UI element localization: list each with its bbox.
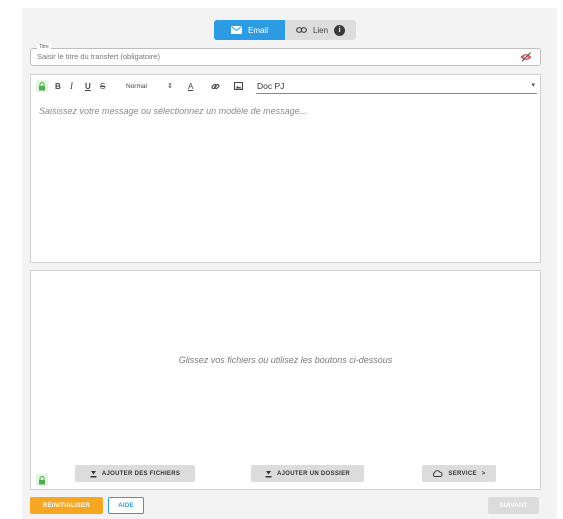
link-button[interactable] bbox=[211, 80, 220, 92]
upload-icon bbox=[265, 470, 272, 477]
editor-toolbar: B I U S Normal ⇕ A Doc PJ ▾ bbox=[31, 75, 540, 97]
chevron-right-icon: > bbox=[481, 470, 486, 477]
mail-icon bbox=[230, 26, 242, 34]
lock-icon bbox=[39, 475, 45, 484]
add-files-label: AJOUTER DES FICHIERS bbox=[101, 470, 181, 477]
dropzone-text: Glissez vos fichiers ou utilisez les bou… bbox=[178, 355, 393, 365]
lock-icon bbox=[39, 81, 45, 90]
help-button[interactable]: AIDE bbox=[108, 497, 144, 514]
add-folder-button[interactable]: AJOUTER UN DOSSIER bbox=[251, 465, 364, 482]
title-input[interactable]: Saisir le titre du transfert (obligatoir… bbox=[37, 52, 160, 61]
chevron-down-icon: ▾ bbox=[531, 82, 535, 89]
file-dropzone[interactable]: Glissez vos fichiers ou utilisez les bou… bbox=[30, 270, 541, 490]
tab-email-label: Email bbox=[247, 25, 268, 35]
size-select[interactable]: Normal bbox=[126, 80, 147, 92]
service-button[interactable]: SERVICE > bbox=[422, 465, 496, 482]
underline-button[interactable]: U bbox=[85, 80, 91, 92]
lock-button[interactable] bbox=[36, 80, 48, 92]
image-button[interactable] bbox=[234, 80, 243, 92]
editor-placeholder: Saisissez votre message ou sélectionnez … bbox=[39, 106, 308, 116]
strike-button[interactable]: S bbox=[100, 80, 105, 92]
link-icon bbox=[211, 83, 220, 89]
cloud-icon bbox=[433, 470, 443, 477]
upload-icon bbox=[90, 470, 97, 477]
info-badge: i bbox=[334, 24, 346, 36]
lock-button[interactable] bbox=[36, 474, 48, 486]
title-legend: Titre bbox=[37, 44, 51, 50]
message-editor[interactable]: B I U S Normal ⇕ A Doc PJ ▾ Saisissez vo… bbox=[30, 74, 541, 263]
reset-button[interactable]: RÉINITIALISER bbox=[30, 497, 103, 514]
tab-lien-label: Lien bbox=[312, 25, 329, 35]
title-field[interactable]: Titre Saisir le titre du transfert (obli… bbox=[30, 44, 541, 66]
add-folder-label: AJOUTER UN DOSSIER bbox=[276, 470, 351, 477]
template-select[interactable]: Doc PJ ▾ bbox=[256, 79, 537, 94]
service-label: SERVICE bbox=[448, 470, 477, 477]
no-eye-icon[interactable] bbox=[520, 51, 532, 63]
link-icon bbox=[296, 27, 307, 33]
mode-toggle: Email Lien i bbox=[214, 20, 356, 40]
text-color-button[interactable]: A bbox=[188, 80, 193, 92]
tab-email[interactable]: Email bbox=[214, 20, 285, 40]
template-select-value: Doc PJ bbox=[257, 81, 285, 91]
image-icon bbox=[234, 82, 243, 90]
size-arrows-icon[interactable]: ⇕ bbox=[167, 80, 173, 92]
bold-button[interactable]: B bbox=[55, 80, 61, 92]
italic-button[interactable]: I bbox=[70, 80, 73, 92]
tab-lien[interactable]: Lien i bbox=[285, 20, 356, 40]
add-files-button[interactable]: AJOUTER DES FICHIERS bbox=[75, 465, 195, 482]
next-button[interactable]: SUIVANT bbox=[488, 497, 539, 514]
